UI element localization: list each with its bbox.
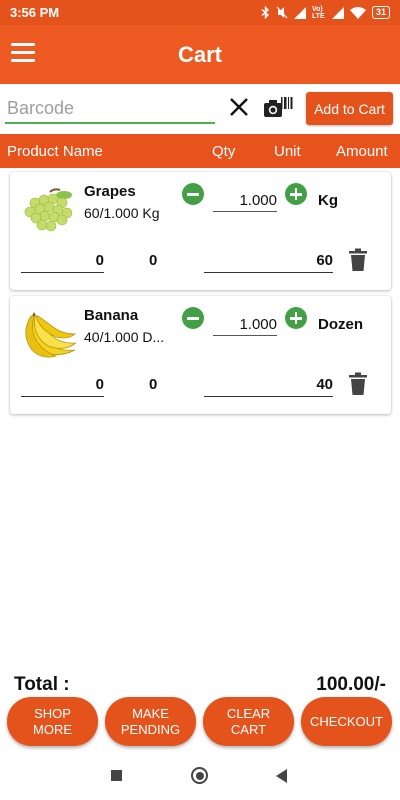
secondary-value: 0 bbox=[149, 376, 158, 393]
system-nav-bar bbox=[0, 752, 400, 800]
checkout-button[interactable]: CHECKOUT bbox=[301, 697, 392, 746]
secondary-value: 0 bbox=[149, 252, 158, 269]
unit-label: Kg bbox=[318, 192, 338, 209]
product-price-per-unit: 40/1.000 D... bbox=[84, 329, 165, 345]
app-bar: Cart bbox=[0, 25, 400, 84]
qty-field[interactable]: 1.000 bbox=[213, 310, 277, 336]
decrease-qty-button[interactable] bbox=[182, 307, 204, 329]
increase-qty-button[interactable] bbox=[285, 183, 307, 205]
product-price-per-unit: 60/1.000 Kg bbox=[84, 205, 160, 221]
battery-icon: 31 bbox=[371, 6, 390, 19]
add-to-cart-button[interactable]: Add to Cart bbox=[306, 92, 393, 125]
signal-icon-2 bbox=[331, 6, 344, 19]
grapes-image bbox=[24, 188, 73, 232]
close-icon[interactable] bbox=[228, 96, 250, 118]
status-icons: Vo) LTE 31 bbox=[261, 6, 390, 20]
table-header: Product Name Qty Unit Amount bbox=[0, 134, 400, 168]
back-icon[interactable] bbox=[276, 769, 287, 783]
cart-item-card: Grapes 60/1.000 Kg 1.000 Kg 0 0 60 bbox=[10, 172, 391, 290]
clear-cart-button[interactable]: CLEAR CART bbox=[203, 697, 294, 746]
column-amount: Amount bbox=[336, 143, 388, 160]
delete-icon[interactable] bbox=[348, 372, 368, 396]
discount-field[interactable]: 0 bbox=[21, 373, 104, 397]
wifi-icon bbox=[349, 6, 366, 19]
shop-more-button[interactable]: SHOP MORE bbox=[7, 697, 98, 746]
amount-field[interactable]: 60 bbox=[204, 249, 333, 273]
barcode-scan-icon[interactable] bbox=[263, 94, 293, 120]
total-row: Total : 100.00/- bbox=[0, 672, 400, 696]
delete-icon[interactable] bbox=[348, 248, 368, 272]
unit-label: Dozen bbox=[318, 316, 363, 333]
mute-icon bbox=[276, 6, 288, 19]
qty-field[interactable]: 1.000 bbox=[213, 186, 277, 212]
increase-qty-button[interactable] bbox=[285, 307, 307, 329]
discount-field[interactable]: 0 bbox=[21, 249, 104, 273]
banana-image bbox=[25, 312, 76, 358]
signal-icon bbox=[293, 6, 306, 19]
cart-item-card: Banana 40/1.000 D... 1.000 Dozen 0 0 40 bbox=[10, 296, 391, 414]
network-type: Vo) LTE bbox=[311, 5, 325, 20]
menu-icon[interactable] bbox=[11, 43, 35, 63]
bluetooth-icon bbox=[261, 6, 269, 19]
status-time: 3:56 PM bbox=[10, 5, 60, 20]
product-name: Grapes bbox=[84, 183, 136, 200]
status-bar: 3:56 PM Vo) LTE 31 bbox=[0, 0, 400, 25]
total-label: Total : bbox=[14, 674, 70, 695]
amount-field[interactable]: 40 bbox=[204, 373, 333, 397]
barcode-input[interactable] bbox=[5, 94, 215, 124]
column-unit: Unit bbox=[274, 143, 301, 160]
page-title: Cart bbox=[177, 41, 222, 67]
decrease-qty-button[interactable] bbox=[182, 183, 204, 205]
home-icon[interactable] bbox=[191, 767, 208, 784]
product-name: Banana bbox=[84, 307, 139, 324]
make-pending-button[interactable]: MAKE PENDING bbox=[105, 697, 196, 746]
column-product-name: Product Name bbox=[7, 143, 103, 160]
barcode-row: Add to Cart bbox=[0, 88, 400, 128]
total-value: 100.00/- bbox=[316, 674, 386, 695]
recents-icon[interactable] bbox=[111, 770, 122, 781]
column-qty: Qty bbox=[212, 143, 236, 160]
